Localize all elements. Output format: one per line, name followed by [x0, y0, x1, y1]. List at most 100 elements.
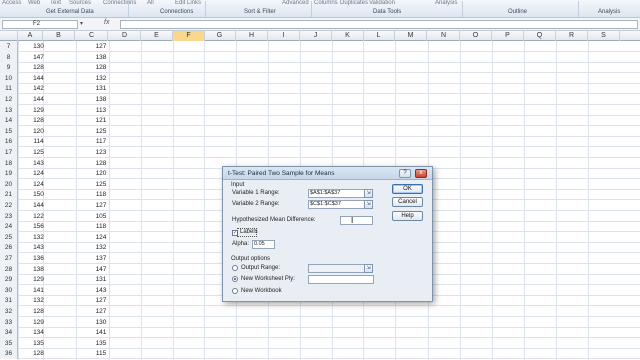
ok-button[interactable]: OK: [392, 184, 423, 194]
column-header-f[interactable]: F: [173, 31, 205, 41]
ribbon-item-analysis[interactable]: Analysis: [435, 0, 457, 6]
cell-c[interactable]: 143: [76, 285, 126, 296]
row-header[interactable]: 30: [0, 284, 18, 296]
cell-a[interactable]: 144: [18, 200, 59, 211]
cell-a[interactable]: 156: [18, 221, 59, 232]
cell-a[interactable]: 144: [18, 73, 59, 84]
column-header-h[interactable]: H: [236, 31, 268, 41]
cell-a[interactable]: 135: [18, 338, 59, 349]
cell-a[interactable]: 142: [18, 83, 59, 94]
row-header[interactable]: 33: [0, 316, 18, 328]
ribbon-item-edit-links[interactable]: Edit Links: [175, 0, 201, 6]
row-header[interactable]: 9: [0, 62, 18, 74]
collapse-dialog-icon[interactable]: ⇲: [364, 189, 373, 198]
ribbon-item-sources[interactable]: Sources: [69, 0, 91, 6]
cell-a[interactable]: 124: [18, 179, 59, 190]
cell-a[interactable]: 128: [18, 306, 59, 317]
cell-a[interactable]: 129: [18, 105, 59, 116]
cell-c[interactable]: 120: [76, 168, 126, 179]
close-icon[interactable]: x: [415, 169, 427, 178]
ribbon-item-advanced[interactable]: Advanced: [282, 0, 309, 6]
cell-a[interactable]: 114: [18, 136, 59, 147]
row-header[interactable]: 31: [0, 295, 18, 307]
cell-a[interactable]: 124: [18, 168, 59, 179]
cell-a[interactable]: 129: [18, 274, 59, 285]
ribbon-item-duplicates[interactable]: Duplicates: [340, 0, 368, 6]
cell-c[interactable]: 113: [76, 105, 126, 116]
row-header[interactable]: 14: [0, 115, 18, 127]
name-box[interactable]: F2: [2, 20, 78, 29]
cell-a[interactable]: 150: [18, 189, 59, 200]
cell-c[interactable]: 138: [76, 52, 126, 63]
row-header[interactable]: 23: [0, 210, 18, 222]
ribbon-item-validation[interactable]: Validation: [369, 0, 395, 6]
cell-c[interactable]: 128: [76, 158, 126, 169]
collapse-dialog-icon[interactable]: ⇲: [364, 200, 373, 209]
cell-a[interactable]: 132: [18, 295, 59, 306]
row-header[interactable]: 8: [0, 51, 18, 63]
column-header-p[interactable]: P: [492, 31, 524, 41]
cell-c[interactable]: 135: [76, 338, 126, 349]
column-header-d[interactable]: D: [109, 31, 141, 41]
row-header[interactable]: 34: [0, 327, 18, 339]
row-header[interactable]: 19: [0, 168, 18, 180]
cell-a[interactable]: 132: [18, 232, 59, 243]
column-header-a[interactable]: A: [18, 31, 43, 41]
row-header[interactable]: 26: [0, 242, 18, 254]
cell-c[interactable]: 127: [76, 41, 126, 52]
row-header[interactable]: 17: [0, 147, 18, 158]
row-header[interactable]: 7: [0, 41, 18, 52]
row-header[interactable]: 11: [0, 83, 18, 95]
cell-c[interactable]: 147: [76, 264, 126, 275]
cell-c[interactable]: 118: [76, 221, 126, 232]
cell-a[interactable]: 143: [18, 158, 59, 169]
cell-c[interactable]: 125: [76, 179, 126, 190]
cell-c[interactable]: 127: [76, 306, 126, 317]
column-header-i[interactable]: I: [268, 31, 300, 41]
cell-c[interactable]: 131: [76, 83, 126, 94]
ribbon-item-columns[interactable]: Columns: [314, 0, 338, 6]
row-header[interactable]: 16: [0, 136, 18, 148]
cell-a[interactable]: 138: [18, 264, 59, 275]
output-range-input[interactable]: [308, 264, 365, 273]
row-header[interactable]: 15: [0, 125, 18, 137]
cell-a[interactable]: 128: [18, 62, 59, 73]
cell-c[interactable]: 132: [76, 242, 126, 253]
column-header-m[interactable]: M: [395, 31, 427, 41]
collapse-dialog-icon[interactable]: ⇲: [364, 264, 373, 273]
cell-a[interactable]: 128: [18, 348, 59, 359]
select-all-corner[interactable]: [0, 31, 18, 41]
help-button[interactable]: Help: [392, 211, 423, 221]
row-header[interactable]: 36: [0, 348, 18, 360]
row-header[interactable]: 25: [0, 231, 18, 243]
column-header-b[interactable]: B: [43, 31, 75, 41]
cell-a[interactable]: 130: [18, 41, 59, 52]
column-header-l[interactable]: L: [363, 31, 395, 41]
row-header[interactable]: 27: [0, 253, 18, 264]
variable-1-range-input[interactable]: $A$1:$A$37: [308, 189, 365, 198]
chevron-down-icon[interactable]: ▾: [80, 20, 83, 27]
ribbon-item-access[interactable]: Access: [2, 0, 21, 6]
cell-c[interactable]: 128: [76, 62, 126, 73]
cell-c[interactable]: 141: [76, 327, 126, 338]
cell-a[interactable]: 143: [18, 242, 59, 253]
formula-input[interactable]: [120, 20, 638, 29]
cell-a[interactable]: 129: [18, 317, 59, 328]
dialog-title-bar[interactable]: t-Test: Paired Two Sample for Means ? x: [223, 167, 432, 180]
variable-2-range-input[interactable]: $C$1:$C$37: [308, 200, 365, 209]
cell-c[interactable]: 137: [76, 253, 126, 264]
cell-a[interactable]: 122: [18, 211, 59, 222]
ribbon-item-connections[interactable]: Connections: [103, 0, 136, 6]
new-worksheet-ply-label[interactable]: New Worksheet Ply:: [241, 276, 295, 282]
cell-c[interactable]: 117: [76, 136, 126, 147]
cancel-button[interactable]: Cancel: [392, 197, 423, 207]
column-header-c[interactable]: C: [76, 31, 108, 41]
output-range-radio[interactable]: [232, 265, 238, 271]
column-header-r[interactable]: R: [556, 31, 588, 41]
cell-c[interactable]: 123: [76, 147, 126, 158]
column-header-g[interactable]: G: [204, 31, 236, 41]
alpha-input[interactable]: 0.05: [252, 240, 275, 249]
row-header[interactable]: 22: [0, 200, 18, 211]
labels-label[interactable]: Labels: [240, 229, 258, 235]
cell-a[interactable]: 144: [18, 94, 59, 105]
